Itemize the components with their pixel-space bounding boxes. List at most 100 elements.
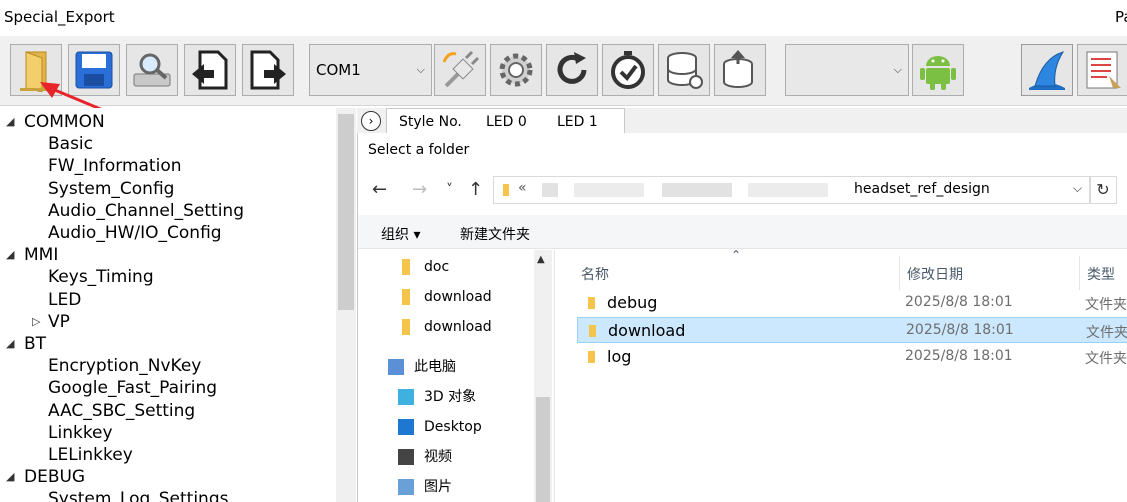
- toolbar: COM1 ⌵ ⌵: [0, 36, 1127, 106]
- com-port-value: COM1: [316, 61, 361, 79]
- collapse-arrow-icon[interactable]: ◢: [6, 111, 14, 133]
- tree-item-linkkey[interactable]: Linkkey: [48, 422, 113, 444]
- nav-item[interactable]: 图片: [424, 475, 452, 499]
- tree-scroll-thumb[interactable]: [338, 114, 354, 310]
- device-select[interactable]: ⌵: [785, 44, 909, 96]
- tree-item-system-config[interactable]: System_Config: [48, 178, 174, 200]
- file-name: debug: [607, 293, 658, 312]
- database-icon: [667, 52, 703, 89]
- file-row[interactable]: debug 2025/8/8 18:01 文件夹: [577, 290, 1127, 316]
- column-header-type[interactable]: 类型: [1087, 264, 1115, 284]
- column-separator: [899, 256, 900, 290]
- nav-item[interactable]: Desktop: [424, 415, 482, 439]
- tab-style-no[interactable]: Style No.: [399, 114, 462, 130]
- tree-item-fw-information[interactable]: FW_Information: [48, 155, 182, 177]
- new-folder-button[interactable]: 新建文件夹: [460, 224, 530, 244]
- gear-icon: [499, 53, 533, 87]
- tree-item-google-fast-pairing[interactable]: Google_Fast_Pairing: [48, 377, 217, 399]
- column-header-name[interactable]: 名称: [581, 264, 609, 284]
- tree-item-audio-hw-io-config[interactable]: Audio_HW/IO_Config: [48, 222, 222, 244]
- folder-icon: [589, 325, 596, 337]
- collapse-toggle-button[interactable]: ›: [361, 111, 381, 131]
- collapse-arrow-icon[interactable]: ◢: [6, 244, 14, 266]
- recent-locations-button[interactable]: ˅: [446, 182, 453, 198]
- cube-icon: [398, 389, 414, 405]
- file-row[interactable]: log 2025/8/8 18:01 文件夹: [577, 344, 1127, 370]
- plug-icon: [442, 50, 480, 88]
- command-bar: 组织 ▾ 新建文件夹: [358, 215, 1127, 249]
- file-type: 文件夹: [1085, 351, 1127, 367]
- tab-strip: › Style No. LED 0 LED 1: [357, 108, 1127, 134]
- tree-item-vp[interactable]: VP: [48, 311, 70, 333]
- up-button[interactable]: ↑: [468, 179, 483, 200]
- nav-item[interactable]: doc: [424, 255, 449, 279]
- file-modified: 2025/8/8 18:01: [905, 294, 1013, 310]
- database-upload-button[interactable]: [714, 44, 766, 96]
- window-title: Special_Export: [4, 8, 115, 26]
- folder-icon: [588, 297, 595, 309]
- desktop-icon: [398, 419, 414, 435]
- computer-icon: [388, 359, 404, 375]
- import-file-icon: [192, 50, 228, 90]
- nav-item[interactable]: 视频: [424, 445, 452, 469]
- back-button[interactable]: ←: [372, 179, 387, 200]
- refresh-button[interactable]: [546, 44, 598, 96]
- timer-button[interactable]: [602, 44, 654, 96]
- android-button[interactable]: [912, 44, 964, 96]
- file-modified: 2025/8/8 18:01: [905, 348, 1013, 364]
- file-type: 文件夹: [1085, 297, 1127, 313]
- chevron-down-icon: ⌵: [416, 63, 425, 76]
- connect-button[interactable]: [434, 44, 486, 96]
- nav-item[interactable]: 3D 对象: [424, 385, 476, 409]
- tree-item-keys-timing[interactable]: Keys_Timing: [48, 266, 154, 288]
- nav-item[interactable]: download: [424, 315, 492, 339]
- address-bar[interactable]: « headset_ref_design ⌵: [493, 176, 1091, 204]
- expand-arrow-icon[interactable]: ▷: [32, 311, 40, 333]
- refresh-icon[interactable]: ↻: [1089, 176, 1117, 204]
- database-upload-icon: [723, 50, 753, 88]
- tree-item-audio-channel-setting[interactable]: Audio_Channel_Setting: [48, 200, 244, 222]
- tab-led-0[interactable]: LED 0: [486, 114, 527, 130]
- column-header-modified[interactable]: 修改日期: [907, 264, 963, 284]
- log-report-button[interactable]: [1077, 44, 1127, 96]
- organize-button[interactable]: 组织 ▾: [381, 224, 420, 244]
- folder-icon: [402, 259, 410, 275]
- collapse-arrow-icon[interactable]: ◢: [6, 466, 14, 488]
- com-port-select[interactable]: COM1 ⌵: [309, 44, 432, 96]
- collapse-arrow-icon[interactable]: ◢: [6, 333, 14, 355]
- dialog-title: Select a folder: [368, 142, 470, 158]
- document-list-icon: [1086, 51, 1121, 89]
- wireshark-button[interactable]: [1021, 44, 1073, 96]
- nav-item[interactable]: download: [424, 285, 492, 309]
- tree-item-basic[interactable]: Basic: [48, 133, 93, 155]
- search-device-button[interactable]: [126, 44, 178, 96]
- nav-scroll-thumb[interactable]: [536, 397, 550, 502]
- tree-item-aac-sbc-setting[interactable]: AAC_SBC_Setting: [48, 400, 195, 422]
- forward-button[interactable]: →: [412, 179, 427, 200]
- nav-item[interactable]: 此电脑: [414, 355, 456, 379]
- navigation-pane: ▲ doc download download 此电脑 3D 对象 Desktop 视频图片: [358, 250, 554, 502]
- settings-button[interactable]: [490, 44, 542, 96]
- tree-item-system-log-settings[interactable]: System_Log_Settings: [48, 488, 228, 502]
- tree-item-encryption-nvkey[interactable]: Encryption_NvKey: [48, 355, 201, 377]
- folder-icon: [503, 184, 509, 196]
- tree-item-bt[interactable]: BT: [24, 333, 46, 355]
- address-dropdown-icon[interactable]: ⌵: [1073, 181, 1082, 196]
- config-tree: ◢ COMMON Basic FW_Information System_Config A…: [0, 108, 357, 502]
- select-folder-dialog: Select a folder ← → ˅ ↑ « headset_ref_de…: [357, 133, 1127, 502]
- file-type: 文件夹: [1086, 325, 1127, 341]
- file-row[interactable]: download 2025/8/8 18:01 文件夹: [577, 317, 1127, 343]
- address-path: headset_ref_design: [854, 181, 990, 197]
- tree-item-lelinkkey[interactable]: LELinkkey: [48, 444, 133, 466]
- tree-item-mmi[interactable]: MMI: [24, 244, 58, 266]
- tree-item-debug[interactable]: DEBUG: [24, 466, 85, 488]
- import-button[interactable]: [184, 44, 236, 96]
- scroll-up-icon[interactable]: ▲: [537, 254, 545, 265]
- tab-led-1[interactable]: LED 1: [557, 114, 598, 130]
- tree-item-led[interactable]: LED: [48, 289, 81, 311]
- database-read-button[interactable]: [658, 44, 710, 96]
- clock-check-icon: [611, 51, 645, 89]
- tree-item-common[interactable]: COMMON: [24, 111, 105, 133]
- export-button[interactable]: [242, 44, 294, 96]
- address-overflow-chevron[interactable]: «: [518, 180, 527, 196]
